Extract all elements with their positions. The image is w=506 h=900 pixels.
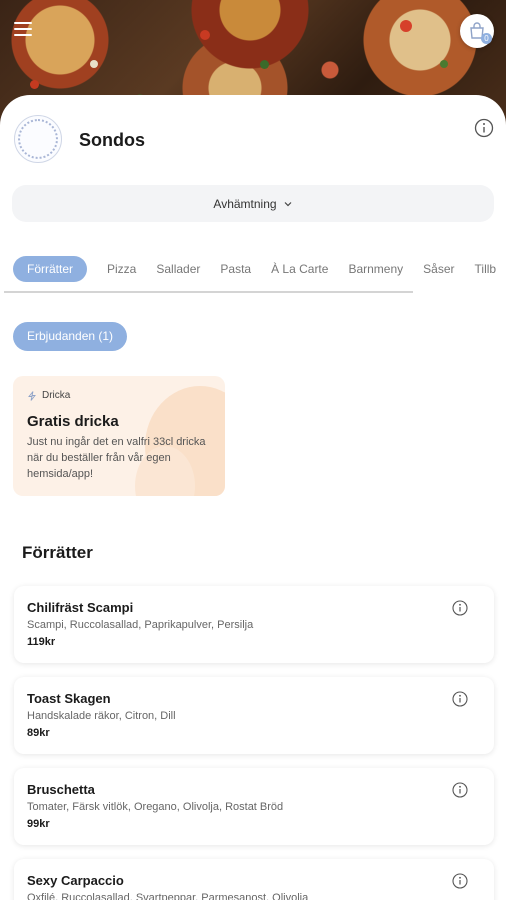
item-description: Oxfilé, Ruccolasallad, Svartpeppar, Parm… [27, 892, 309, 900]
item-name: Chilifräst Scampi [27, 600, 134, 615]
promo-card[interactable]: Dricka Gratis dricka Just nu ingår det e… [13, 376, 225, 496]
offers-button[interactable]: Erbjudanden (1) [13, 322, 128, 351]
hamburger-icon[interactable] [14, 22, 32, 36]
restaurant-name: Sondos [79, 130, 145, 150]
cart-count-badge: 0 [481, 33, 492, 44]
item-price: 119kr [27, 636, 56, 648]
tab-forratter[interactable]: Förrätter [13, 256, 88, 282]
item-price: 99kr [27, 818, 50, 830]
restaurant-logo [14, 115, 62, 163]
item-name: Sexy Carpaccio [27, 873, 124, 888]
tab-pasta[interactable]: Pasta [220, 262, 251, 276]
item-description: Scampi, Ruccolasallad, Paprikapulver, Pe… [27, 619, 254, 631]
cart-button[interactable]: 0 [460, 14, 494, 48]
info-icon[interactable] [474, 118, 494, 138]
order-mode-selector[interactable]: Avhämtning [12, 185, 494, 222]
info-icon[interactable] [452, 691, 468, 707]
tab-tillbehor[interactable]: Tillb [475, 262, 497, 276]
promo-description: Just nu ingår det en valfri 33cl dricka … [27, 436, 206, 480]
item-name: Bruschetta [27, 782, 95, 797]
menu-item[interactable]: Sexy Carpaccio Oxfilé, Ruccolasallad, Sv… [14, 859, 494, 900]
menu-item[interactable]: Chilifräst Scampi Scampi, Ruccolasallad,… [14, 586, 494, 663]
section-title: Förrätter [22, 543, 93, 562]
content-sheet: Sondos Avhämtning Förrätter Pizza Sallad… [0, 95, 506, 900]
item-description: Handskalade räkor, Citron, Dill [27, 710, 176, 722]
lightning-icon [28, 390, 36, 401]
info-icon[interactable] [452, 600, 468, 616]
promo-tag-label: Dricka [42, 390, 71, 401]
tab-saser[interactable]: Såser [423, 262, 454, 276]
menu-item[interactable]: Bruschetta Tomater, Färsk vitlök, Oregan… [14, 768, 494, 845]
item-price: 89kr [27, 727, 50, 739]
info-icon[interactable] [452, 782, 468, 798]
category-tabs: Förrätter Pizza Sallader Pasta À La Cart… [0, 255, 506, 295]
tab-sallader[interactable]: Sallader [156, 262, 200, 276]
tab-pizza[interactable]: Pizza [107, 262, 136, 276]
tab-barnmeny[interactable]: Barnmeny [348, 262, 403, 276]
item-name: Toast Skagen [27, 691, 111, 706]
tab-a-la-carte[interactable]: À La Carte [271, 262, 328, 276]
info-icon[interactable] [452, 873, 468, 889]
promo-title: Gratis dricka [27, 413, 119, 430]
promo-tag: Dricka [27, 390, 70, 401]
order-mode-label: Avhämtning [213, 196, 277, 211]
menu-item[interactable]: Toast Skagen Handskalade räkor, Citron, … [14, 677, 494, 754]
tab-scroll-indicator [4, 291, 413, 293]
chevron-down-icon [284, 201, 292, 206]
item-description: Tomater, Färsk vitlök, Oregano, Olivolja… [27, 801, 284, 813]
